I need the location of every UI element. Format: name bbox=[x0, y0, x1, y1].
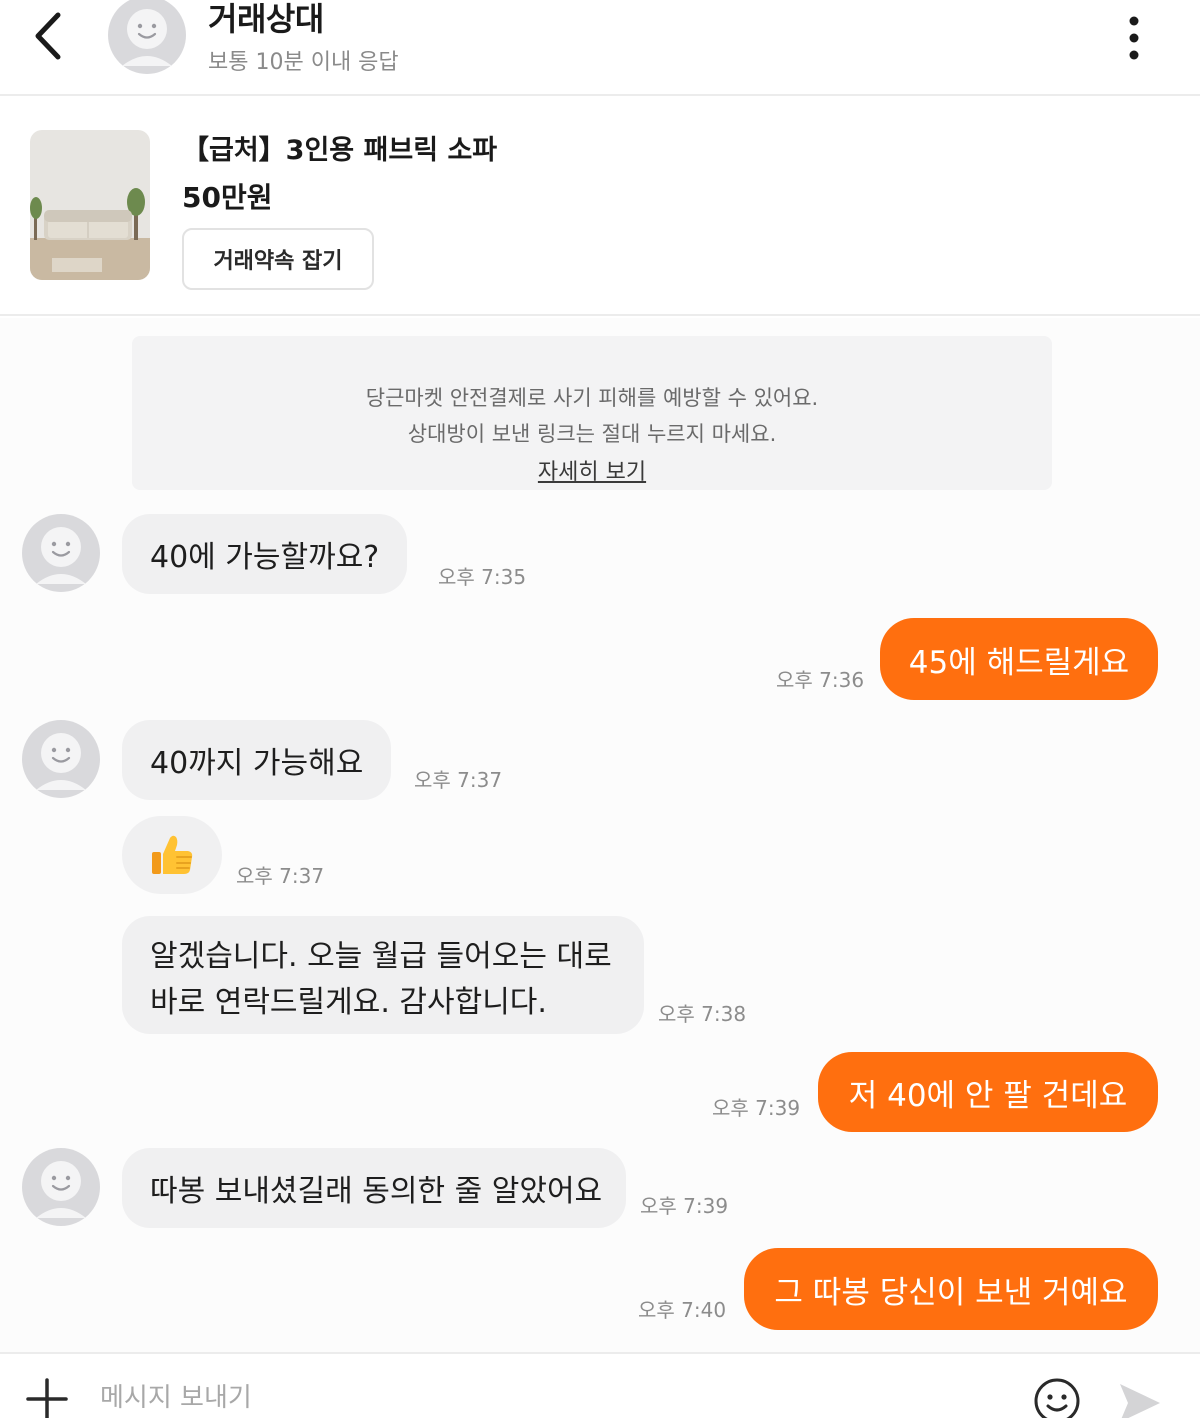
message-line: 알겠습니다. 오늘 월급 들어오는 대로 bbox=[150, 939, 612, 974]
message-bubble-outgoing[interactable]: 45에 해드릴게요 bbox=[880, 618, 1158, 700]
avatar[interactable] bbox=[22, 514, 100, 592]
message-bubble-incoming[interactable]: 40까지 가능해요 bbox=[122, 720, 392, 800]
avatar[interactable] bbox=[22, 1148, 100, 1226]
emoji-icon[interactable] bbox=[1032, 1376, 1082, 1418]
message-bubble-outgoing[interactable]: 그 따봉 당신이 보낸 거예요 bbox=[744, 1248, 1158, 1330]
partner-name: 거래상대 bbox=[208, 0, 324, 38]
message-time: 오후 7:39 bbox=[640, 1194, 729, 1218]
back-button[interactable] bbox=[22, 8, 72, 64]
message-bubble-incoming[interactable]: 40에 가능할까요? bbox=[122, 514, 408, 594]
message-time: 오후 7:36 bbox=[776, 668, 865, 692]
message-bubble-outgoing[interactable]: 저 40에 안 팔 건데요 bbox=[818, 1052, 1158, 1132]
appointment-button[interactable]: 거래약속 잡기 bbox=[182, 228, 374, 290]
notice-link-row: 자세히 보기 bbox=[132, 454, 1052, 486]
message-time: 오후 7:40 bbox=[638, 1298, 727, 1322]
product-price: 50만원 bbox=[182, 181, 273, 214]
message-time: 오후 7:37 bbox=[236, 864, 325, 888]
message-bubble-incoming[interactable]: 따봉 보내셨길래 동의한 줄 알았어요 bbox=[122, 1148, 626, 1228]
notice-line-2: 상대방이 보낸 링크는 절대 누르지 마세요. bbox=[407, 422, 777, 446]
message-bubble-emoji[interactable] bbox=[122, 816, 222, 894]
avatar[interactable] bbox=[108, 0, 186, 74]
message-line: 바로 연락드릴게요. 감사합니다. bbox=[150, 985, 547, 1020]
plus-icon[interactable] bbox=[24, 1376, 70, 1418]
more-vertical-icon bbox=[1129, 16, 1139, 60]
more-info-link[interactable]: 자세히 보기 bbox=[538, 460, 646, 485]
message-time: 오후 7:39 bbox=[712, 1096, 801, 1120]
chevron-left-icon bbox=[35, 12, 61, 60]
safety-notice: 당근마켓 안전결제로 사기 피해를 예방할 수 있어요. 상대방이 보낸 링크는… bbox=[132, 336, 1052, 490]
message-input-bar bbox=[0, 1352, 1200, 1418]
response-time: 보통 10분 이내 응답 bbox=[208, 50, 399, 75]
notice-line-1: 당근마켓 안전결제로 사기 피해를 예방할 수 있어요. bbox=[365, 386, 819, 410]
message-time: 오후 7:35 bbox=[438, 565, 527, 589]
more-button[interactable] bbox=[1112, 10, 1156, 66]
message-input[interactable] bbox=[100, 1372, 1000, 1418]
product-title: 【급처】3인용 패브릭 소파 bbox=[182, 135, 498, 166]
thumbs-up-icon bbox=[152, 835, 193, 874]
chat-header: 거래상대 보통 10분 이내 응답 bbox=[0, 0, 1200, 96]
avatar[interactable] bbox=[22, 720, 100, 798]
product-image bbox=[30, 130, 150, 280]
message-time: 오후 7:37 bbox=[414, 768, 503, 792]
product-card[interactable]: 【급처】3인용 패브릭 소파 50만원 거래약속 잡기 bbox=[0, 98, 1200, 316]
message-bubble-incoming[interactable]: 알겠습니다. 오늘 월급 들어오는 대로 바로 연락드릴게요. 감사합니다. bbox=[122, 916, 644, 1034]
message-time: 오후 7:38 bbox=[658, 1002, 747, 1026]
chat-area[interactable]: 당근마켓 안전결제로 사기 피해를 예방할 수 있어요. 상대방이 보낸 링크는… bbox=[0, 318, 1200, 1352]
send-icon[interactable] bbox=[1114, 1378, 1164, 1418]
